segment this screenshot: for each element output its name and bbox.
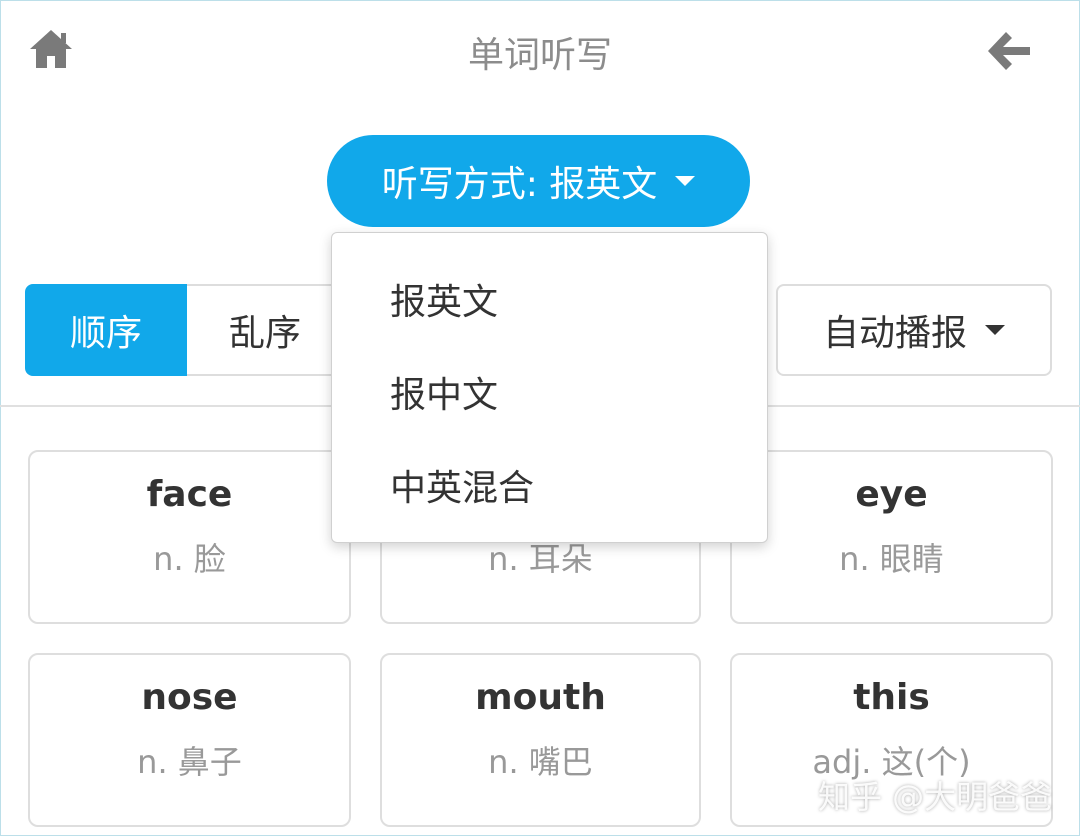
word-card[interactable]: face n. 脸 (28, 450, 351, 624)
word-english: this (853, 677, 930, 718)
word-meaning: n. 脸 (153, 540, 226, 578)
word-card[interactable]: eye n. 眼睛 (730, 450, 1053, 624)
auto-play-dropdown[interactable]: 自动播报 (776, 284, 1052, 376)
word-meaning: n. 鼻子 (137, 743, 242, 781)
order-shuffle-button[interactable]: 乱序 (187, 284, 345, 376)
dictation-mode-button[interactable]: 听写方式: 报英文 (327, 135, 750, 227)
word-english: mouth (475, 677, 606, 718)
word-english: face (146, 474, 233, 515)
order-sequential-button[interactable]: 顺序 (25, 284, 187, 376)
watermark: 知乎 @大明爸爸 (818, 778, 1053, 816)
arrow-left-icon[interactable] (986, 28, 1032, 74)
order-toggle: 顺序 乱序 (25, 284, 345, 376)
menu-item-mixed[interactable]: 中英混合 (390, 459, 534, 511)
menu-item-english[interactable]: 报英文 (390, 273, 498, 325)
menu-item-chinese[interactable]: 报中文 (390, 366, 498, 418)
word-meaning: n. 嘴巴 (488, 743, 593, 781)
caret-down-icon (675, 176, 696, 186)
page-title: 单词听写 (467, 35, 612, 76)
auto-play-label: 自动播报 (822, 313, 967, 354)
dictation-mode-menu: 报英文 报中文 中英混合 (331, 232, 768, 543)
word-english: eye (855, 474, 928, 515)
word-card[interactable]: nose n. 鼻子 (28, 653, 351, 827)
word-meaning: n. 眼睛 (839, 540, 944, 578)
word-english: nose (141, 677, 238, 718)
dictation-mode-label: 听写方式: 报英文 (381, 164, 658, 205)
word-card[interactable]: mouth n. 嘴巴 (380, 653, 701, 827)
caret-down-icon (985, 325, 1005, 335)
